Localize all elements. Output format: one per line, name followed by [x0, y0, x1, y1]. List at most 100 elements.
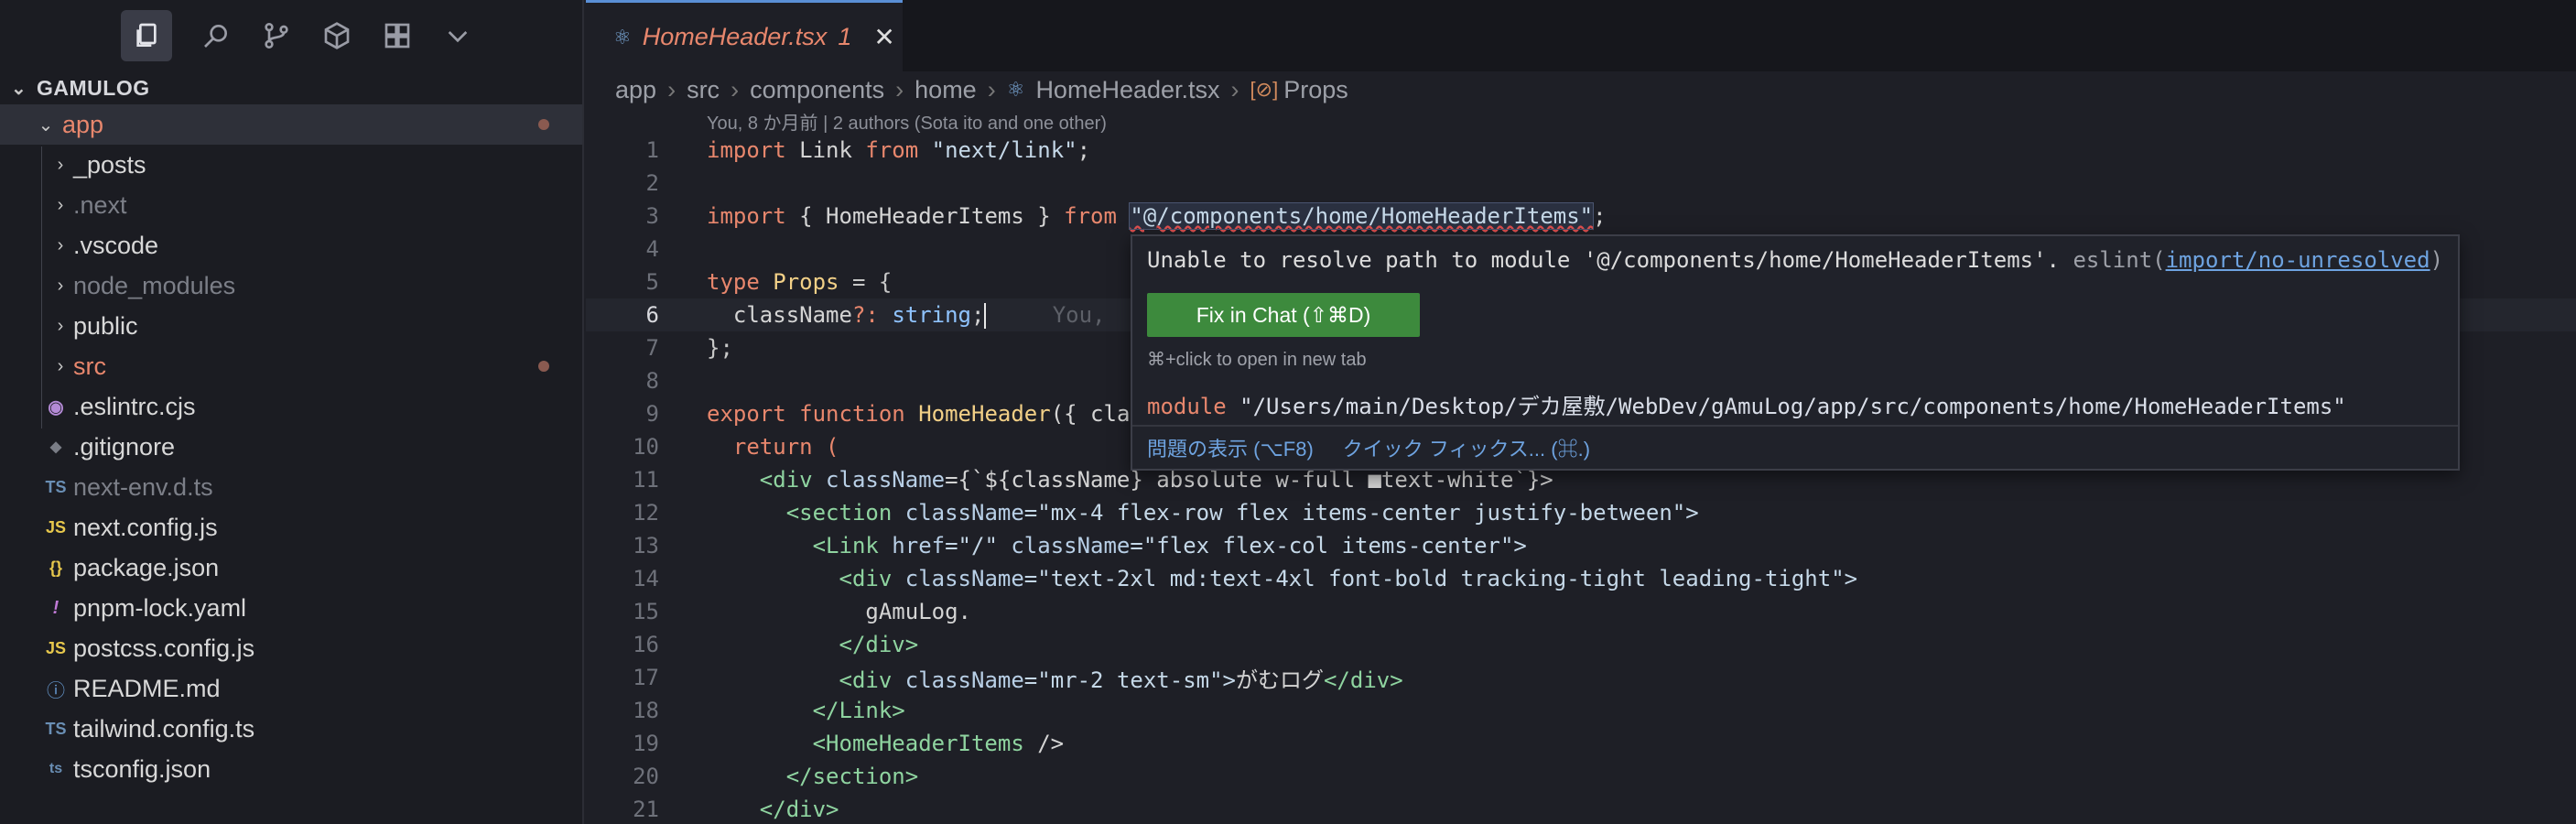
tree-item-package-json[interactable]: {} package.json — [0, 548, 582, 588]
chevron-right-icon: › — [731, 75, 740, 103]
line-number: 1 — [645, 137, 659, 163]
tree-item-label: next.config.js — [73, 513, 218, 541]
tree-item-app[interactable]: ⌄ app — [0, 104, 582, 145]
quick-fix-link[interactable]: クイック フィックス... (⌘.) — [1343, 433, 1590, 462]
chevron-right-icon: › — [57, 275, 64, 296]
token: <Link — [707, 533, 879, 558]
token: </div> — [707, 632, 919, 657]
diagnostic-message: Unable to resolve path to module '@/comp… — [1147, 247, 2443, 273]
token: function — [785, 401, 905, 427]
git-blame-lens[interactable]: You, 8 か月前 | 2 authors (Sota ito and one… — [586, 108, 2576, 134]
tsconfig-icon: ts — [49, 761, 63, 776]
code-line: 14 <div className="text-2xl md:text-4xl … — [586, 562, 2576, 595]
token: <section — [707, 500, 893, 526]
extensions-grid-icon[interactable] — [381, 19, 414, 52]
chevron-down-icon[interactable] — [441, 19, 474, 52]
tree-item-label: .next — [73, 190, 127, 219]
symbol-field-icon: [⊘] — [1250, 78, 1279, 101]
tree-item-next-config[interactable]: JS next.config.js — [0, 507, 582, 548]
module-path: module "/Users/main/Desktop/デカ屋敷/WebDev/… — [1147, 388, 2346, 420]
chevron-right-icon: › — [57, 315, 64, 336]
token: className — [892, 566, 1024, 591]
tree-item-readme[interactable]: ⓘ README.md — [0, 668, 582, 709]
tree-item-label: src — [73, 352, 106, 380]
token: export — [707, 401, 786, 427]
code-line: 19 <HomeHeaderItems /> — [586, 727, 2576, 760]
unresolved-import-string[interactable]: "@/components/home/HomeHeaderItems" — [1129, 202, 1595, 230]
tree-item-posts[interactable]: › _posts — [0, 145, 582, 185]
tree-item-label: package.json — [73, 553, 220, 581]
token: }; — [707, 335, 733, 361]
token: <HomeHeaderItems — [707, 731, 1024, 756]
tree-item-label: node_modules — [73, 271, 236, 299]
explorer-project-header[interactable]: ⌄ GAMULOG — [0, 71, 582, 104]
module-path-string[interactable]: "/Users/main/Desktop/デカ屋敷/WebDev/gAmuLog… — [1227, 394, 2346, 419]
tree-item-src[interactable]: › src — [0, 346, 582, 386]
breadcrumb-item[interactable]: Props — [1283, 76, 1348, 104]
token: = { — [851, 269, 893, 295]
breadcrumb-item[interactable]: home — [915, 76, 977, 104]
tree-item-next[interactable]: › .next — [0, 185, 582, 225]
module-keyword: module — [1147, 394, 1227, 419]
token: import — [707, 203, 786, 229]
breadcrumb-item[interactable]: HomeHeader.tsx — [1035, 76, 1219, 104]
tree-item-label: public — [73, 311, 138, 340]
chevron-down-icon: ⌄ — [38, 114, 54, 136]
fix-in-chat-button[interactable]: Fix in Chat (⇧⌘D) — [1147, 293, 1420, 337]
tree-item-label: .vscode — [73, 231, 159, 259]
line-number: 3 — [645, 203, 659, 229]
line-number: 15 — [633, 599, 659, 624]
source-control-icon[interactable] — [260, 19, 293, 52]
chevron-right-icon: › — [987, 75, 996, 103]
tree-item-tailwind-config[interactable]: TS tailwind.config.ts — [0, 709, 582, 749]
chevron-down-icon: ⌄ — [11, 78, 27, 99]
tree-item-next-env[interactable]: TS next-env.d.ts — [0, 467, 582, 507]
token: <div — [707, 566, 893, 591]
token: </div> — [1323, 667, 1403, 693]
token: import — [707, 137, 786, 163]
tree-item-pnpm-lock[interactable]: ! pnpm-lock.yaml — [0, 588, 582, 628]
code-line: 13 <Link href="/" className="flex flex-c… — [586, 529, 2576, 562]
indent-guide — [41, 146, 42, 428]
close-icon[interactable]: ✕ — [873, 22, 894, 52]
line-number: 11 — [633, 467, 659, 493]
tree-item-public[interactable]: › public — [0, 306, 582, 346]
file-tree: ⌄ app › _posts › .next › .vscode › node_… — [0, 104, 582, 789]
tree-item-vscode[interactable]: › .vscode — [0, 225, 582, 266]
code-line: 1 import Link from "next/link"; — [586, 134, 2576, 167]
javascript-icon: JS — [45, 517, 67, 537]
code-line: 15 gAmuLog. — [586, 595, 2576, 628]
inline-blame: You, — [986, 301, 1106, 328]
token: className — [892, 667, 1024, 693]
explorer-icon[interactable] — [121, 10, 172, 61]
token: <div — [707, 467, 813, 493]
extensions-cube-icon[interactable] — [320, 19, 353, 52]
open-tab-hint: ⌘+click to open in new tab — [1147, 350, 1367, 370]
token: ; — [1593, 203, 1607, 229]
breadcrumb-item[interactable]: src — [687, 76, 720, 104]
rule-link[interactable]: import/no-unresolved — [2166, 247, 2430, 273]
diagnostic-source: eslint( — [2060, 247, 2166, 273]
view-problem-link[interactable]: 問題の表示 (⌥F8) — [1147, 433, 1314, 462]
line-number: 7 — [645, 335, 659, 361]
search-icon[interactable] — [200, 19, 233, 52]
token: from — [865, 137, 919, 163]
tree-item-label: .gitignore — [73, 432, 176, 461]
json-icon: {} — [49, 558, 62, 577]
tree-item-node-modules[interactable]: › node_modules — [0, 266, 582, 306]
tab-title: HomeHeader.tsx — [642, 23, 828, 50]
tree-item-gitignore[interactable]: ◆ .gitignore — [0, 427, 582, 467]
tree-item-label: pnpm-lock.yaml — [73, 593, 247, 622]
breadcrumb-item[interactable]: components — [750, 76, 884, 104]
breadcrumb-item[interactable]: app — [615, 76, 656, 104]
message-text: Unable to resolve path to module '@/comp… — [1147, 247, 2060, 273]
code-line: 17 <div className="mr-2 text-sm">がむログ</d… — [586, 661, 2576, 694]
tab-homeheader[interactable]: ⚛ HomeHeader.tsx 1 ✕ — [586, 0, 903, 71]
token: HomeHeader — [904, 401, 1051, 427]
tree-item-tsconfig[interactable]: ts tsconfig.json — [0, 749, 582, 789]
tree-item-eslintrc[interactable]: ◉ .eslintrc.cjs — [0, 386, 582, 427]
tree-item-postcss-config[interactable]: JS postcss.config.js — [0, 628, 582, 668]
token: className — [892, 500, 1024, 526]
react-icon: ⚛ — [1006, 78, 1025, 101]
line-number: 20 — [633, 764, 659, 789]
